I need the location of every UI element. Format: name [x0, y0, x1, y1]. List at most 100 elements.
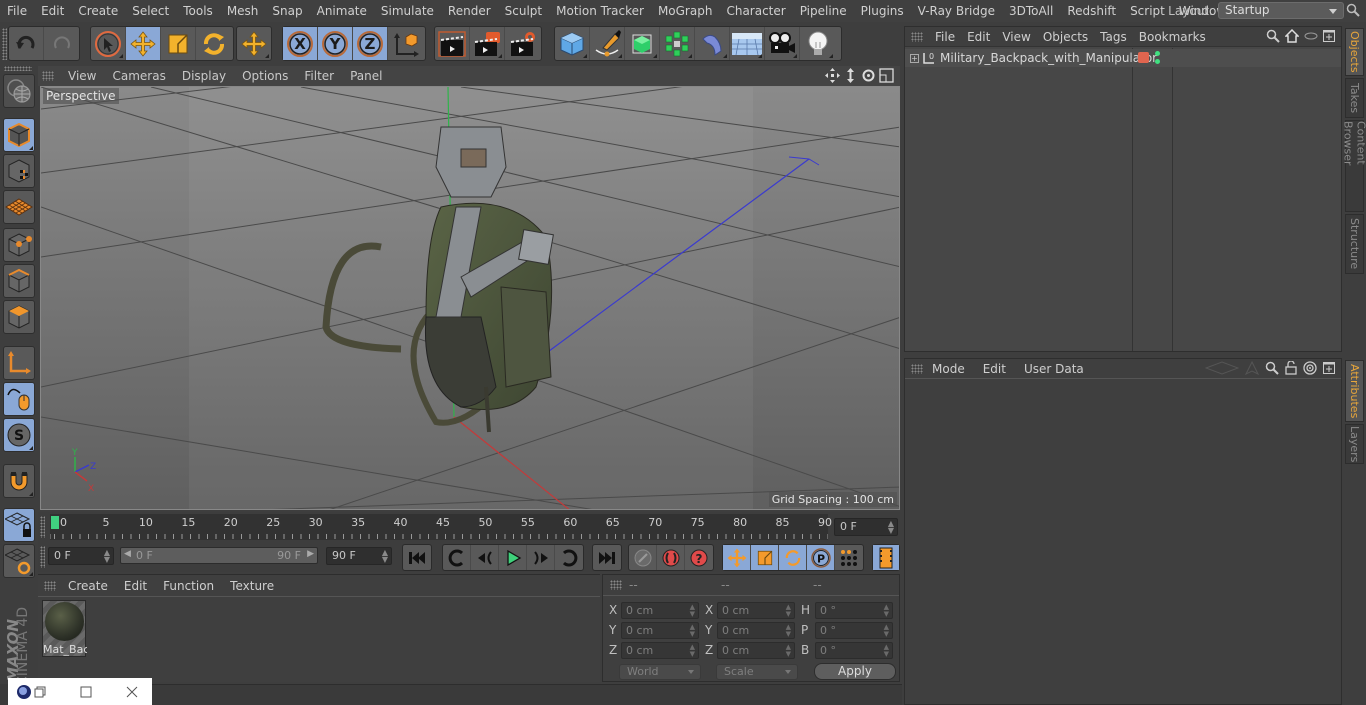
coord-field[interactable]: 0 cm ▲ ▼: [621, 622, 699, 639]
end-frame-field[interactable]: 90 F ▲ ▼: [326, 547, 392, 565]
cube-button[interactable]: [555, 27, 590, 60]
spinner-icon[interactable]: ▲ ▼: [690, 644, 695, 658]
range-right-arrow[interactable]: ▶: [307, 549, 314, 559]
key-position-button[interactable]: [723, 545, 751, 570]
tab-layers[interactable]: Layers: [1345, 424, 1364, 464]
spinner-icon[interactable]: ▲ ▼: [690, 624, 695, 638]
editor-visibility-dot[interactable]: [1155, 51, 1160, 56]
timeline-ruler[interactable]: 0 5 10 15 20 25 30 35 40 45 50 55 60 65 70 75 80 85 90: [50, 514, 832, 540]
lock-workplane-button[interactable]: [3, 508, 35, 542]
previous-key-button[interactable]: [443, 545, 471, 570]
viewport-menu-panel[interactable]: Panel: [342, 69, 390, 83]
menu-script[interactable]: Script: [1123, 4, 1172, 18]
previous-frame-button[interactable]: [471, 545, 499, 570]
tab-takes[interactable]: Takes: [1345, 78, 1364, 118]
go-to-end-button[interactable]: [593, 545, 621, 570]
apply-button[interactable]: Apply: [814, 663, 896, 680]
spinner-icon[interactable]: ▲ ▼: [690, 604, 695, 618]
play-button[interactable]: [499, 545, 527, 570]
menu-animate[interactable]: Animate: [310, 4, 374, 18]
deformer-button[interactable]: [695, 27, 730, 60]
edges-mode-button[interactable]: [3, 264, 35, 298]
material-menu-function[interactable]: Function: [155, 579, 222, 593]
toolbar-grip[interactable]: [2, 28, 7, 60]
menu-render[interactable]: Render: [441, 4, 498, 18]
render-picture-viewer-button[interactable]: [470, 27, 505, 60]
coord-field[interactable]: 0 cm ▲ ▼: [717, 622, 795, 639]
coord-field[interactable]: 0 cm ▲ ▼: [717, 642, 795, 659]
close-icon[interactable]: [126, 686, 138, 698]
menu-simulate[interactable]: Simulate: [374, 4, 441, 18]
spinner-icon[interactable]: ▲ ▼: [786, 644, 791, 658]
coord-field[interactable]: 0 ° ▲ ▼: [815, 622, 893, 639]
tab-content-browser[interactable]: Content Browser: [1342, 120, 1366, 212]
menu-tools[interactable]: Tools: [176, 4, 220, 18]
viewport-zoom-icon[interactable]: [843, 68, 858, 83]
viewport-menu-display[interactable]: Display: [174, 69, 234, 83]
model-mode-button[interactable]: [3, 118, 35, 152]
keyframe-selection-button[interactable]: ?: [685, 545, 713, 570]
attribute-grip[interactable]: [911, 363, 923, 374]
coordinate-system-button[interactable]: [388, 27, 423, 60]
viewport-menu-cameras[interactable]: Cameras: [104, 69, 173, 83]
coord-field[interactable]: 0 cm ▲ ▼: [621, 602, 699, 619]
timeline-grip[interactable]: [40, 516, 45, 538]
search-icon[interactable]: [1346, 3, 1360, 17]
menu-motion-tracker[interactable]: Motion Tracker: [549, 4, 651, 18]
tweak-mode-button[interactable]: [3, 382, 35, 416]
playhead[interactable]: [51, 516, 59, 529]
key-parameter-button[interactable]: P: [807, 545, 835, 570]
attribute-menu-user-data[interactable]: User Data: [1015, 362, 1093, 376]
object-menu-view[interactable]: View: [996, 30, 1036, 44]
object-grip[interactable]: [911, 31, 923, 42]
axis-mode-button[interactable]: [3, 346, 35, 380]
pen-spline-button[interactable]: [590, 27, 625, 60]
start-frame-field[interactable]: 0 F ▲ ▼: [48, 547, 114, 565]
eye-icon[interactable]: [1304, 31, 1318, 41]
range-left-arrow[interactable]: ◀: [124, 549, 131, 559]
spinner-icon[interactable]: ▲ ▼: [884, 624, 889, 638]
coord-field[interactable]: 0 ° ▲ ▼: [815, 642, 893, 659]
expand-icon[interactable]: +: [910, 53, 919, 63]
light-button[interactable]: [800, 27, 835, 60]
record-key-button[interactable]: [629, 545, 657, 570]
spinner-icon[interactable]: ▲ ▼: [786, 604, 791, 618]
tab-attributes[interactable]: Attributes: [1345, 360, 1364, 422]
key-scale-button[interactable]: [751, 545, 779, 570]
workplane-rotate-button[interactable]: [3, 544, 35, 578]
autokey-button[interactable]: [657, 545, 685, 570]
make-editable-button[interactable]: [3, 74, 35, 108]
coordinate-mode-dropdown[interactable]: World: [619, 664, 701, 680]
new-window-icon[interactable]: [1323, 30, 1335, 42]
tab-objects[interactable]: Objects: [1345, 28, 1364, 76]
move-button[interactable]: [126, 27, 161, 60]
object-menu-edit[interactable]: Edit: [961, 30, 996, 44]
menu-redshift[interactable]: Redshift: [1060, 4, 1123, 18]
coord-field[interactable]: 0 cm ▲ ▼: [621, 642, 699, 659]
cinema4d-app-icon[interactable]: [16, 684, 32, 700]
floor-button[interactable]: [730, 27, 765, 60]
menu-file[interactable]: File: [0, 4, 34, 18]
key-rotation-button[interactable]: [779, 545, 807, 570]
object-row[interactable]: + 0 Military_Backpack_with_Manipulator: [905, 49, 1341, 67]
go-to-start-button[interactable]: [403, 545, 431, 570]
layer-color-tag[interactable]: [1138, 52, 1149, 63]
menu-3dtoall[interactable]: 3DToAll: [1002, 4, 1060, 18]
material-menu-texture[interactable]: Texture: [222, 579, 282, 593]
viewport-menu-view[interactable]: View: [60, 69, 104, 83]
z-axis-lock-button[interactable]: Z: [353, 27, 388, 60]
menu-select[interactable]: Select: [125, 4, 176, 18]
cloner-button[interactable]: [660, 27, 695, 60]
lock-icon[interactable]: [1285, 361, 1297, 375]
object-menu-tags[interactable]: Tags: [1094, 30, 1133, 44]
material-grip[interactable]: [44, 580, 56, 591]
viewport-rotate-icon[interactable]: [861, 68, 876, 83]
texture-mode-button[interactable]: [3, 154, 35, 188]
object-name[interactable]: Military_Backpack_with_Manipulator: [940, 51, 1157, 65]
timeline[interactable]: 0 5 10 15 20 25 30 35 40 45 50 55 60 65 70 75 80 85 90 0 F…: [38, 512, 900, 542]
control-grip[interactable]: [40, 546, 45, 568]
menu-sculpt[interactable]: Sculpt: [498, 4, 549, 18]
attribute-menu-mode[interactable]: Mode: [923, 362, 974, 376]
redo-button[interactable]: [44, 27, 79, 60]
y-axis-lock-button[interactable]: Y: [318, 27, 353, 60]
